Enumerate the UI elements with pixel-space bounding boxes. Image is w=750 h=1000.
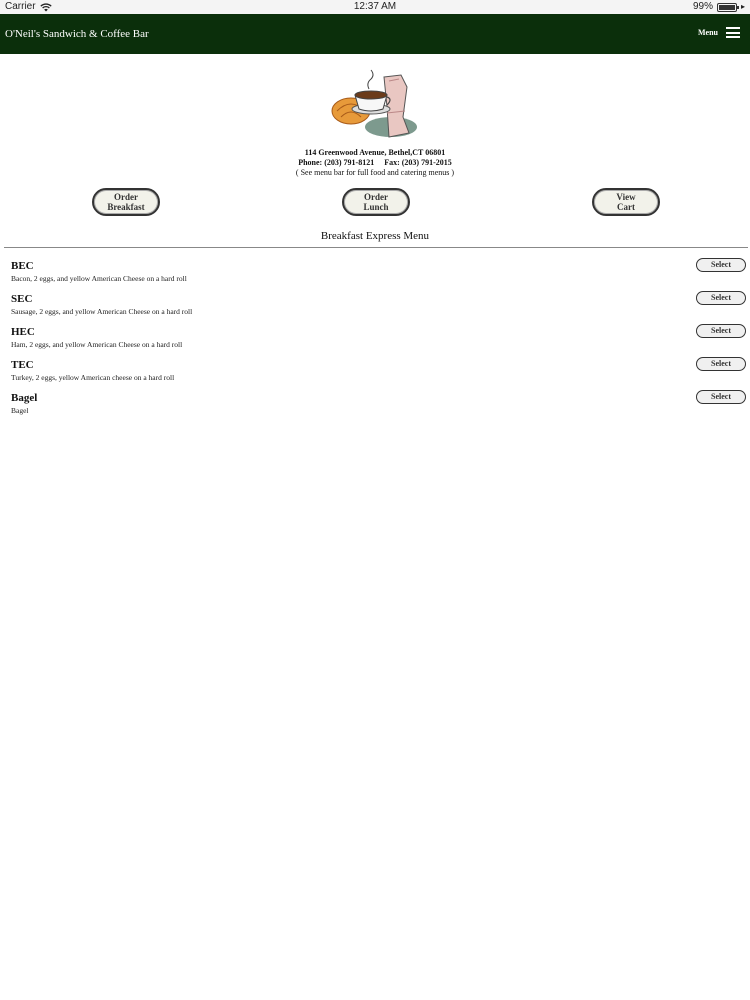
- store-address: 114 Greenwood Avenue, Bethel,CT 06801: [304, 148, 446, 157]
- menu-label: Menu: [698, 28, 718, 37]
- item-description: Bacon, 2 eggs, and yellow American Chees…: [11, 274, 187, 283]
- app-title: O'Neil's Sandwich & Coffee Bar: [5, 28, 149, 40]
- order-breakfast-label-2: Breakfast: [107, 202, 145, 212]
- status-right: 99% ▸: [693, 0, 745, 14]
- view-cart-button[interactable]: View Cart: [592, 188, 660, 216]
- order-lunch-label-1: Order: [364, 192, 388, 202]
- item-name: TEC: [11, 359, 34, 371]
- battery-fill: [718, 4, 735, 10]
- store-contact: Phone: (203) 791-8121 Fax: (203) 791-2015: [0, 158, 750, 168]
- charging-icon: ▸: [740, 2, 745, 11]
- menu-button[interactable]: Menu: [698, 27, 740, 38]
- item-name: HEC: [11, 326, 35, 338]
- order-breakfast-label-1: Order: [114, 192, 138, 202]
- select-button[interactable]: Select: [696, 258, 746, 272]
- hamburger-icon: [726, 27, 740, 38]
- view-cart-label-1: View: [616, 192, 636, 202]
- select-button[interactable]: Select: [696, 291, 746, 305]
- item-name: Bagel: [11, 392, 38, 404]
- item-description: Bagel: [11, 406, 29, 415]
- item-name: BEC: [11, 260, 34, 272]
- item-description: Sausage, 2 eggs, and yellow American Che…: [11, 307, 193, 316]
- select-button[interactable]: Select: [696, 324, 746, 338]
- select-button[interactable]: Select: [696, 357, 746, 371]
- menu-list: BEC Bacon, 2 eggs, and yellow American C…: [0, 257, 750, 422]
- select-button[interactable]: Select: [696, 390, 746, 404]
- order-breakfast-button[interactable]: Order Breakfast: [92, 188, 160, 216]
- store-info: 114 Greenwood Avenue, Bethel,CT 06801 Ph…: [0, 148, 750, 178]
- menu-note: ( See menu bar for full food and caterin…: [295, 168, 455, 177]
- section-divider: [4, 247, 748, 248]
- list-item: Bagel Bagel Select: [0, 389, 750, 422]
- list-item: SEC Sausage, 2 eggs, and yellow American…: [0, 290, 750, 323]
- list-item: BEC Bacon, 2 eggs, and yellow American C…: [0, 257, 750, 290]
- list-item: TEC Turkey, 2 eggs, yellow American chee…: [0, 356, 750, 389]
- coffee-croissant-logo: [331, 69, 417, 138]
- section-title: Breakfast Express Menu: [320, 230, 430, 242]
- battery-percent: 99%: [692, 1, 713, 12]
- item-description: Turkey, 2 eggs, yellow American cheese o…: [11, 373, 175, 382]
- battery-icon: [716, 2, 739, 12]
- app-header: O'Neil's Sandwich & Coffee Bar Menu: [0, 14, 750, 54]
- list-item: HEC Ham, 2 eggs, and yellow American Che…: [0, 323, 750, 356]
- status-bar: Carrier 12:37 AM 99% ▸: [0, 0, 750, 14]
- order-lunch-button[interactable]: Order Lunch: [342, 188, 410, 216]
- item-name: SEC: [11, 293, 33, 305]
- store-fax: Fax: (203) 791-2015: [384, 158, 452, 167]
- view-cart-label-2: Cart: [617, 202, 635, 212]
- order-lunch-label-2: Lunch: [363, 202, 389, 212]
- item-description: Ham, 2 eggs, and yellow American Cheese …: [11, 340, 183, 349]
- status-time: 12:37 AM: [353, 1, 397, 12]
- store-phone: Phone: (203) 791-8121: [298, 158, 375, 167]
